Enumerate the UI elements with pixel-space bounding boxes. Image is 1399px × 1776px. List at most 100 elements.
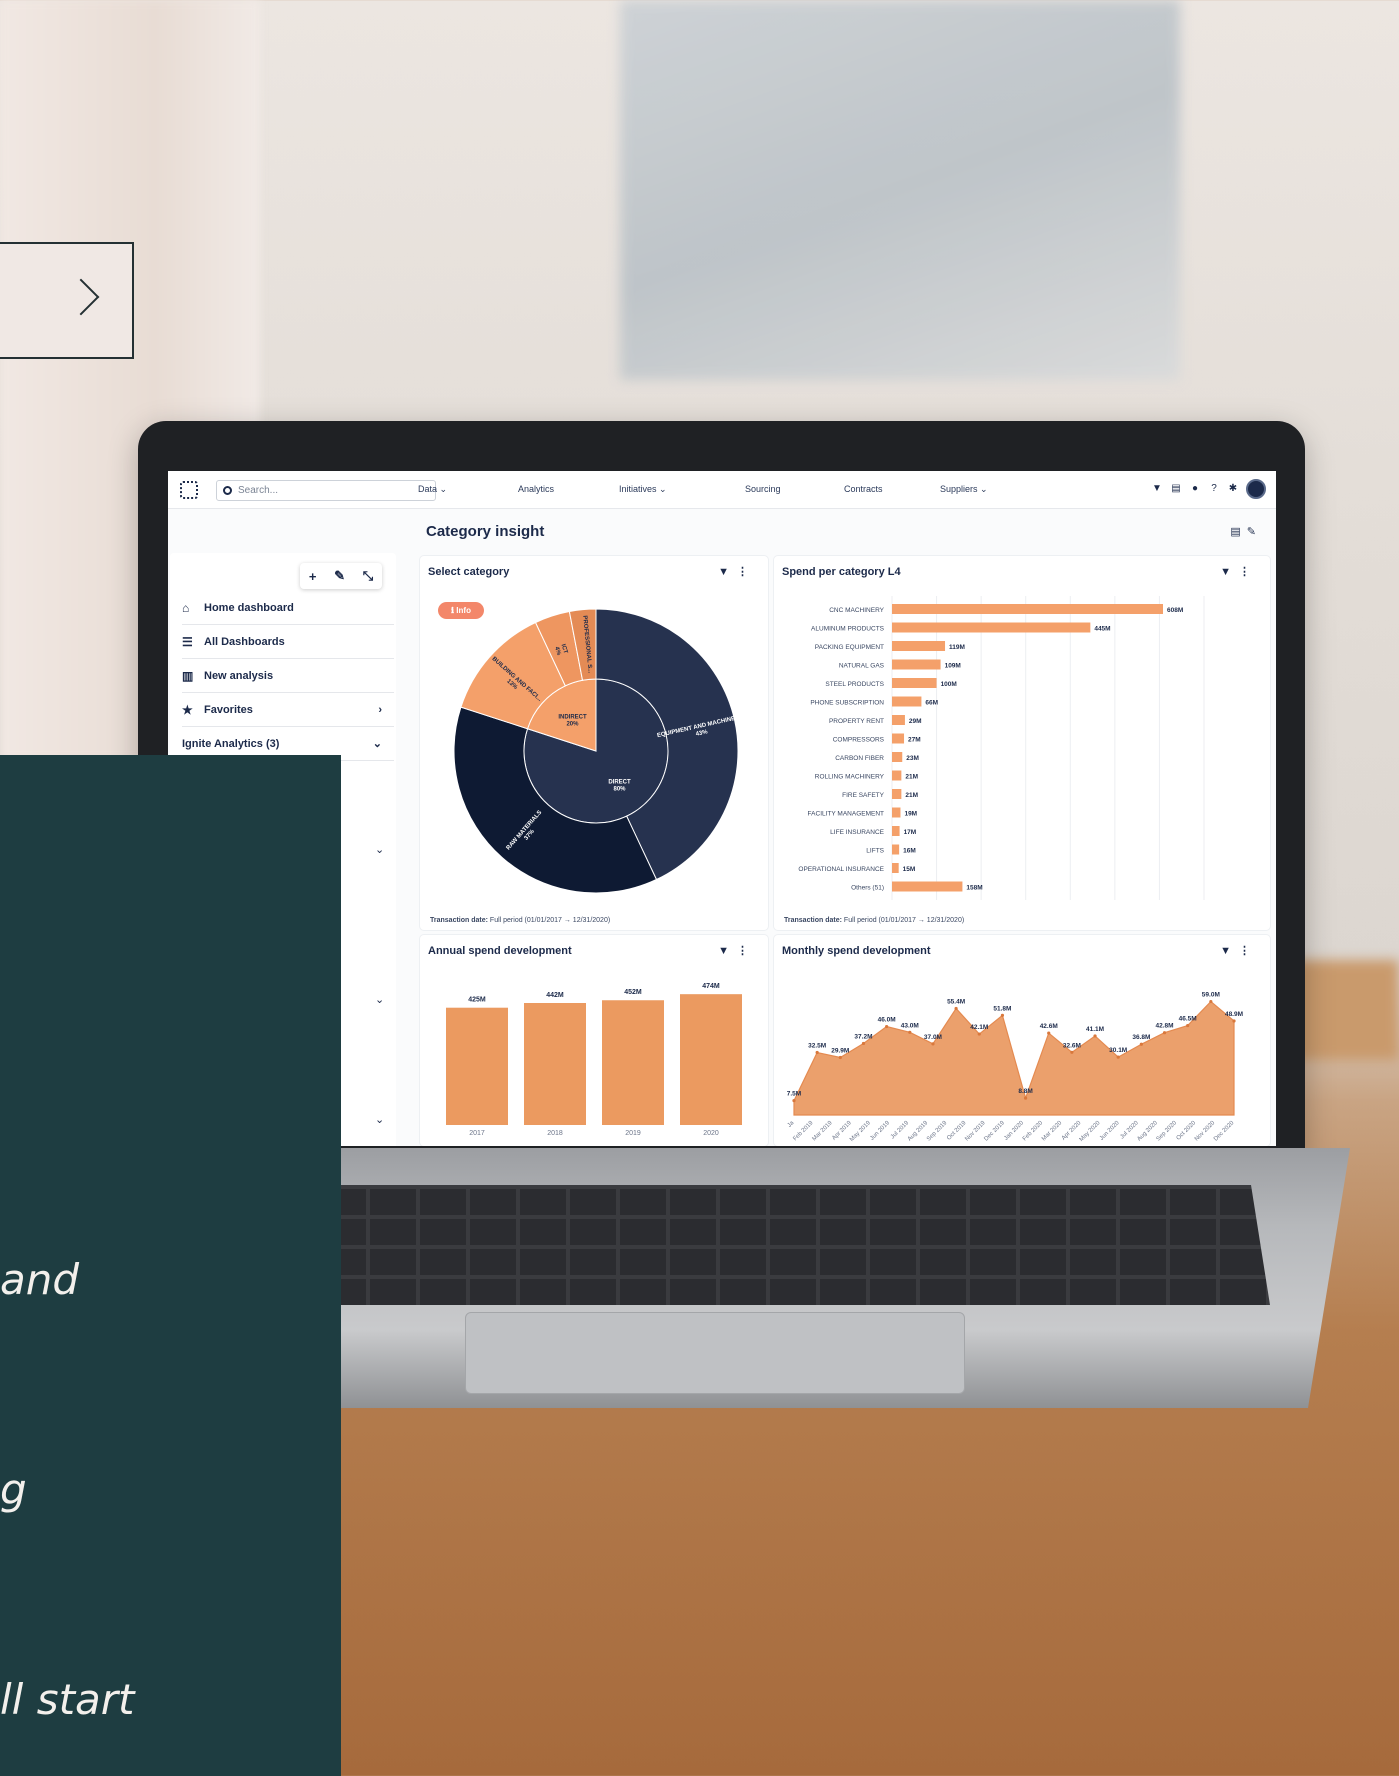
- nav-initiatives[interactable]: Initiatives ⌄: [619, 484, 667, 495]
- add-icon[interactable]: +: [309, 569, 317, 584]
- bar-category-label: Others (51): [851, 885, 884, 892]
- data-point: [861, 1041, 866, 1046]
- data-label: 8.8M: [1018, 1088, 1032, 1095]
- data-label: 41.1M: [1086, 1026, 1104, 1033]
- annual-spend-panel: Annual spend development ▼⋮ 425M 2017 442M…: [420, 935, 768, 1146]
- next-slide-button[interactable]: [0, 242, 134, 359]
- data-point: [838, 1055, 842, 1060]
- home-icon: ⌂: [182, 600, 190, 615]
- chevron-down-icon[interactable]: ⌄: [375, 993, 384, 1006]
- chevron-right-icon: ›: [378, 703, 382, 716]
- edit-icon[interactable]: ✎: [334, 568, 345, 584]
- bar-value-label: 19M: [904, 811, 917, 818]
- bar-value-label: 21M: [905, 774, 918, 781]
- nav-contracts[interactable]: Contracts: [844, 484, 883, 494]
- data-point: [1070, 1050, 1074, 1054]
- sidebar-toolbar: + ✎ ⤡: [300, 563, 382, 589]
- database-icon[interactable]: ▤: [1170, 483, 1182, 495]
- bar-value-label: 442M: [546, 992, 564, 999]
- data-label: 42.1M: [970, 1024, 988, 1031]
- bar-category-label: PACKING EQUIPMENT: [815, 644, 884, 651]
- data-point: [1186, 1023, 1190, 1028]
- chevron-down-icon[interactable]: ⌄: [375, 1113, 384, 1126]
- sidebar-item-all-dashboards[interactable]: ☰ All Dashboards: [182, 625, 394, 659]
- data-label: 42.8M: [1155, 1023, 1173, 1030]
- monthly-spend-panel: Monthly spend development ▼⋮ 7.5M 32.5M 29…: [774, 935, 1270, 1146]
- nav-suppliers[interactable]: Suppliers ⌄: [940, 484, 988, 495]
- x-tick-label: 2018: [547, 1130, 563, 1137]
- chevron-right-icon: [62, 278, 100, 316]
- nav-label: Initiatives: [619, 484, 657, 494]
- edit-icon[interactable]: ✎: [1247, 526, 1262, 538]
- nav-analytics[interactable]: Analytics: [518, 484, 554, 494]
- sidebar-item-home[interactable]: ⌂ Home dashboard: [182, 591, 394, 625]
- bar: [892, 696, 922, 707]
- data-label: 37.0M: [924, 1034, 942, 1041]
- bar-value-label: 608M: [1167, 607, 1183, 614]
- data-point: [977, 1032, 981, 1036]
- bar-category-label: COMPRESSORS: [833, 737, 885, 744]
- chevron-down-icon[interactable]: ⌄: [375, 843, 384, 856]
- bell-icon[interactable]: ●: [1189, 483, 1201, 495]
- nav-data[interactable]: Data ⌄: [418, 484, 447, 495]
- avatar[interactable]: [1246, 479, 1266, 499]
- sunburst-chart[interactable]: DIRECT80%INDIRECT20% EQUIPMENT AND MACHIN…: [420, 556, 768, 930]
- data-label: 7.5M: [787, 1091, 801, 1098]
- data-label: 36.8M: [1132, 1034, 1150, 1041]
- x-tick-label: Ja: [787, 1120, 796, 1129]
- bar-category-label: LIFTS: [866, 848, 884, 855]
- bar-category-label: NATURAL GAS: [839, 663, 885, 670]
- data-point: [1232, 1019, 1236, 1023]
- x-tick-label: Jun 2019: [869, 1120, 891, 1142]
- bar: [892, 881, 963, 892]
- data-label: 37.2M: [854, 1033, 872, 1040]
- data-label: 32.5M: [808, 1043, 826, 1050]
- search-input[interactable]: Search...: [216, 480, 436, 501]
- sidebar-item-label: Ignite Analytics (3): [182, 737, 280, 750]
- bar: [892, 733, 905, 744]
- area-series: [793, 1000, 1235, 1116]
- bar: [892, 678, 937, 688]
- search-placeholder: Search...: [238, 485, 279, 496]
- data-point: [1209, 999, 1213, 1004]
- app-logo-icon[interactable]: [180, 481, 198, 499]
- gear-icon[interactable]: ✱: [1227, 483, 1239, 495]
- data-point: [1047, 1031, 1051, 1035]
- chevron-down-icon: ⌄: [980, 484, 988, 494]
- bar: [602, 1000, 664, 1125]
- overlay-line: ll start: [0, 1675, 135, 1724]
- monthly-area-chart[interactable]: 7.5M 32.5M 29.9M 37.2M 46.0M 43.0M 37.0M 55.4M 4…: [774, 935, 1270, 1146]
- nav-sourcing[interactable]: Sourcing: [745, 484, 781, 494]
- bar-category-label: STEEL PRODUCTS: [825, 681, 884, 688]
- bar-category-label: CNC MACHINERY: [829, 607, 884, 614]
- data-label: 32.6M: [1063, 1042, 1081, 1049]
- x-tick-label: May 2020: [1079, 1120, 1102, 1143]
- data-label: 29.9M: [831, 1048, 849, 1055]
- chart-icon: ▥: [182, 668, 194, 683]
- bar-category-label: FIRE SAFETY: [842, 792, 885, 799]
- x-tick-label: 2020: [703, 1130, 719, 1137]
- save-icon[interactable]: ▤: [1230, 526, 1246, 538]
- collapse-icon[interactable]: ⤡: [363, 568, 373, 584]
- x-tick-label: 2017: [469, 1130, 485, 1137]
- help-icon[interactable]: ?: [1208, 483, 1220, 495]
- sidebar-item-new-analysis[interactable]: ▥ New analysis: [182, 659, 394, 693]
- bar-category-label: ROLLING MACHINERY: [815, 774, 885, 781]
- x-tick-label: Mar 2019: [812, 1120, 835, 1143]
- bar: [892, 863, 899, 873]
- bar-category-label: OPERATIONAL INSURANCE: [798, 866, 884, 873]
- bar-category-label: FACILITY MANAGEMENT: [808, 811, 884, 818]
- annual-bar-chart[interactable]: 425M 2017 442M 2018 452M 2019 474M 2020: [420, 935, 768, 1146]
- data-label: 46.0M: [878, 1017, 896, 1024]
- overlay-line: and: [0, 1255, 80, 1304]
- data-label: 46.5M: [1179, 1016, 1197, 1023]
- bar-value-label: 16M: [903, 848, 916, 855]
- sidebar-item-favorites[interactable]: ★ Favorites ›: [182, 693, 394, 727]
- bar-value-label: 474M: [702, 983, 720, 990]
- bar: [892, 807, 901, 818]
- filter-icon[interactable]: ▼: [1151, 483, 1163, 495]
- bar-category-label: PROPERTY RENT: [829, 718, 884, 725]
- bar-value-label: 445M: [1094, 626, 1110, 633]
- sidebar-item-label: All Dashboards: [204, 635, 285, 648]
- horizontal-bar-chart[interactable]: CNC MACHINERY 608M ALUMINUM PRODUCTS 445M PA…: [774, 556, 1270, 930]
